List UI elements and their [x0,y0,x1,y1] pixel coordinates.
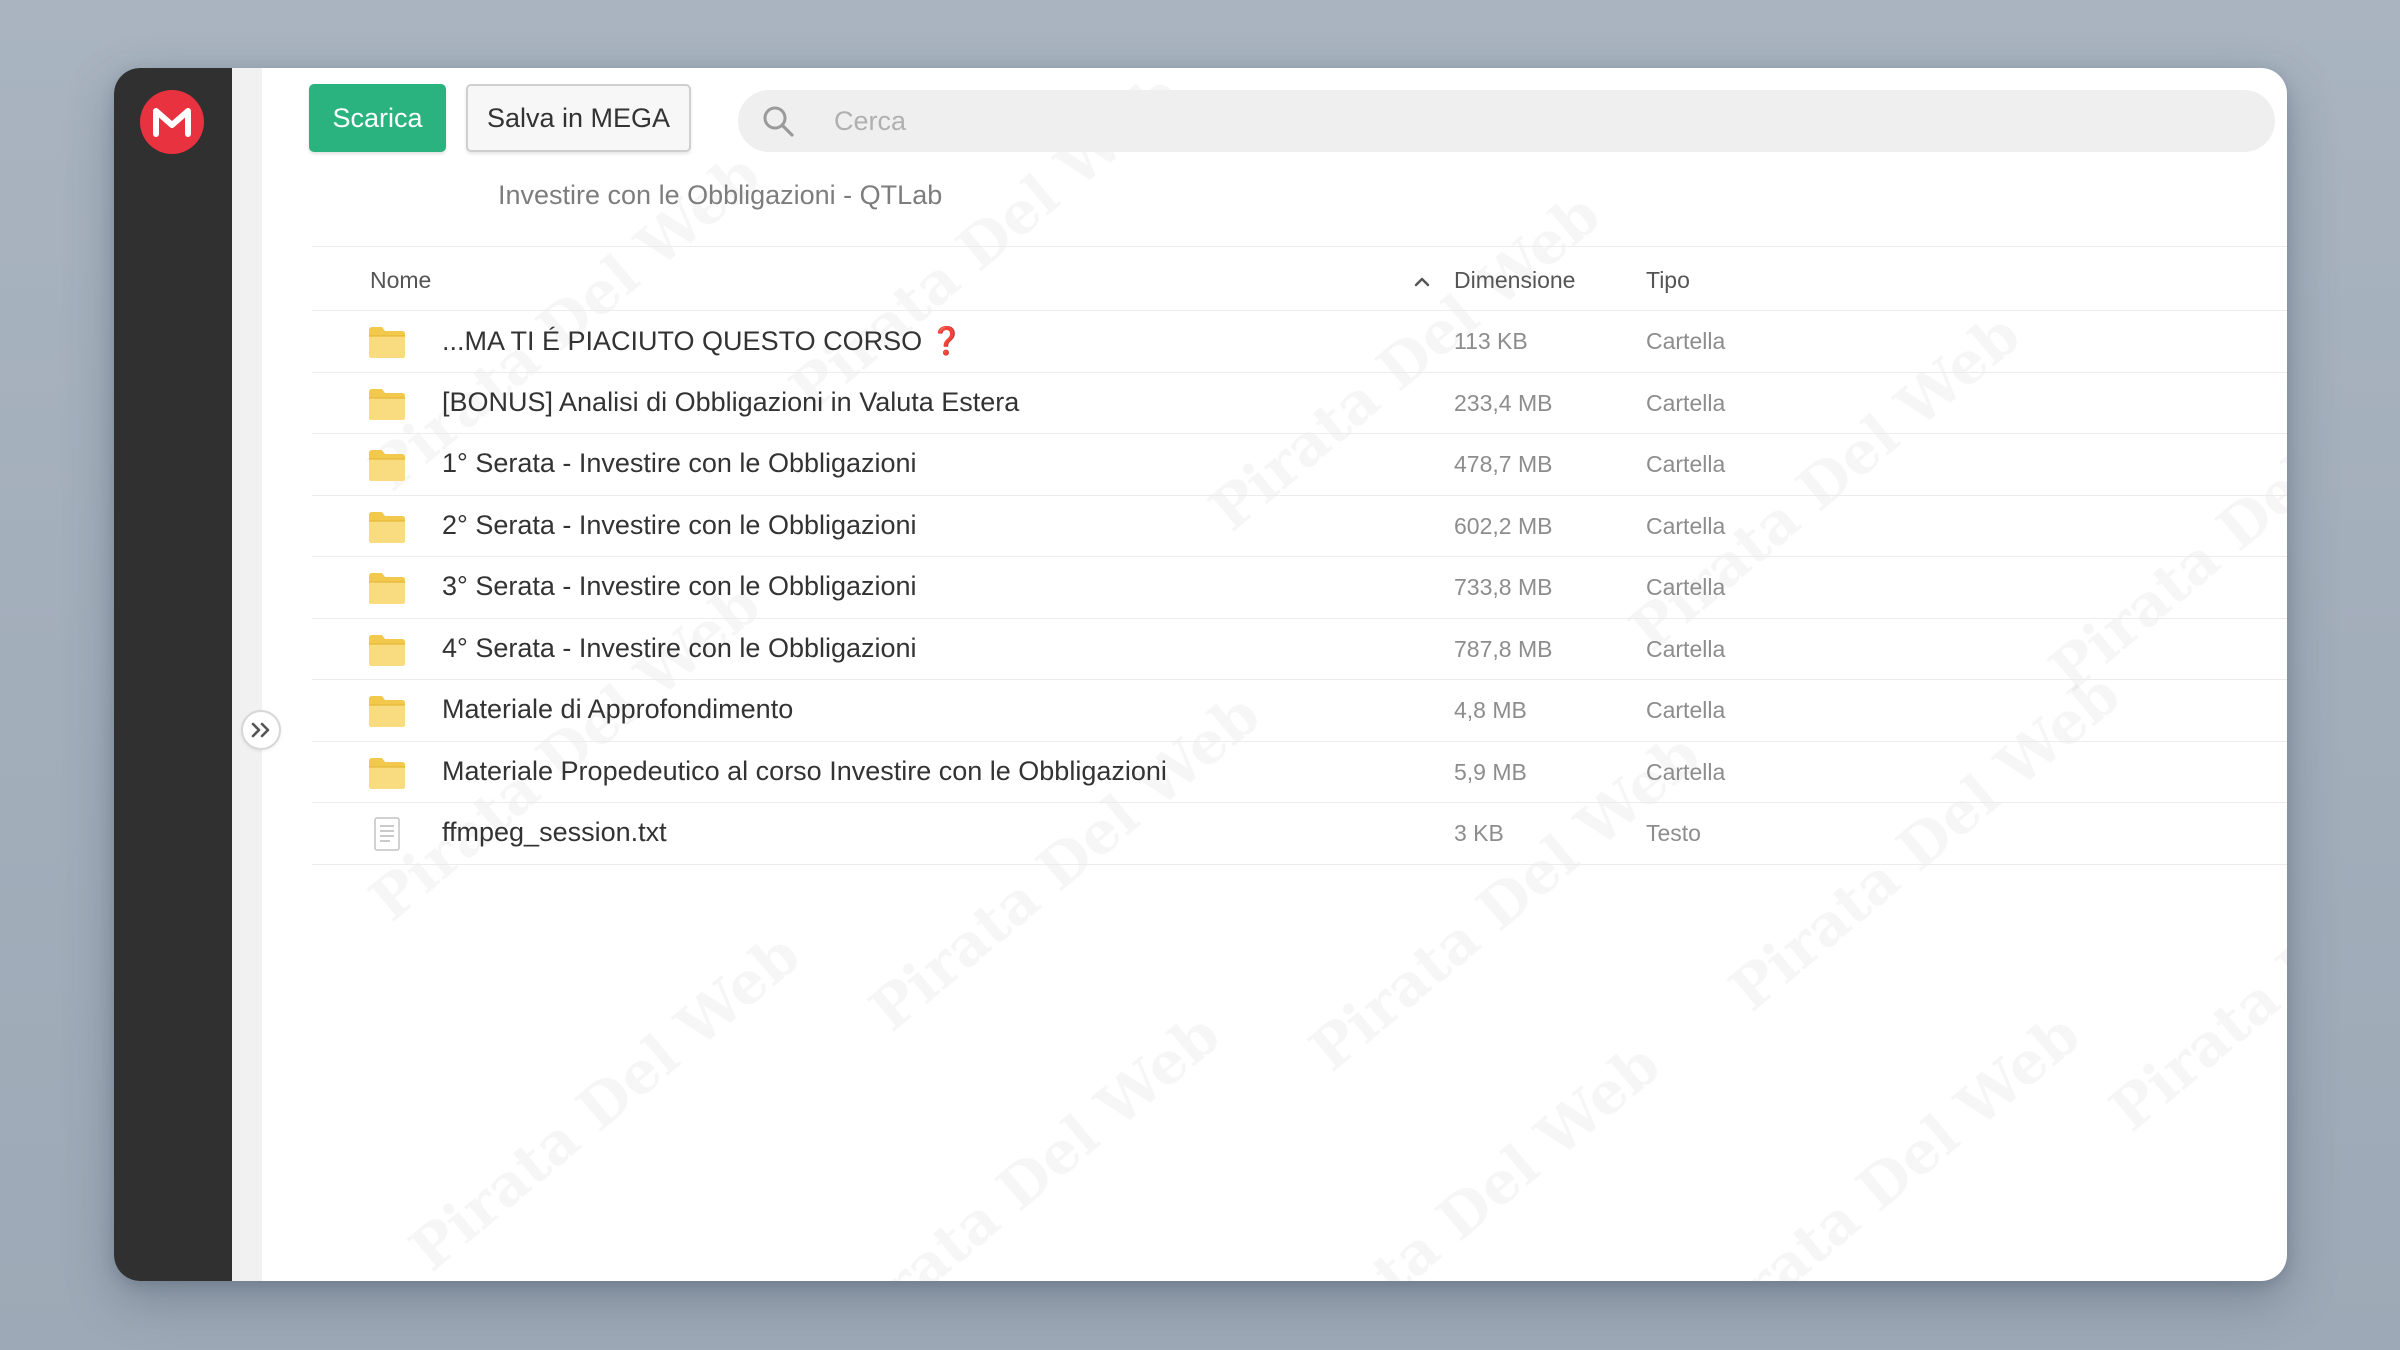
table-row[interactable]: 3° Serata - Investire con le Obbligazion… [312,557,2287,619]
file-type: Cartella [1646,512,1726,539]
watermark: Pirata Del Web [817,1000,1233,1281]
folder-icon [368,448,406,482]
file-name: 4° Serata - Investire con le Obbligazion… [442,632,917,663]
file-size: 787,8 MB [1454,635,1553,662]
table-row[interactable]: ffmpeg_session.txt 3 KB Testo [312,803,2287,865]
file-table: Nome Dimensione Tipo ...MA TI É PIACIUTO… [312,246,2287,865]
main-content: Pirata Del Web Pirata Del Web Pirata Del… [262,68,2287,1281]
table-row[interactable]: 1° Serata - Investire con le Obbligazion… [312,434,2287,496]
file-type: Cartella [1646,451,1726,477]
file-list: ...MA TI É PIACIUTO QUESTO CORSO ❓ 113 KB… [312,311,2287,865]
column-header-name[interactable]: Nome [370,267,431,294]
file-size: 3 KB [1454,820,1504,846]
file-name: 2° Serata - Investire con le Obbligazion… [442,509,917,540]
search-bar[interactable] [738,90,2275,152]
folder-icon [368,325,406,359]
table-row[interactable]: 4° Serata - Investire con le Obbligazion… [312,619,2287,680]
file-size: 4,8 MB [1454,697,1527,723]
watermark: Pirata Del Web [1257,1030,1673,1281]
file-name: [BONUS] Analisi di Obbligazioni in Valut… [442,386,1020,417]
folder-icon [368,571,406,605]
folder-icon [368,510,406,544]
folder-icon [368,694,406,728]
sort-ascending-icon[interactable] [1412,271,1432,291]
file-type: Cartella [1646,697,1726,723]
file-name: ffmpeg_session.txt [442,817,667,847]
sidebar-rail [232,68,262,1281]
column-header-type[interactable]: Tipo [1646,267,1690,294]
file-name: 3° Serata - Investire con le Obbligazion… [442,571,917,601]
table-row[interactable]: Materiale di Approfondimento 4,8 MB Cartel… [312,680,2287,742]
file-size: 478,7 MB [1454,451,1553,477]
question-mark-emoji: ❓ [929,326,964,356]
folder-icon [368,633,406,667]
table-row[interactable]: [BONUS] Analisi di Obbligazioni in Valut… [312,373,2287,434]
search-input[interactable] [834,105,2214,137]
file-type: Cartella [1646,758,1726,785]
file-size: 113 KB [1454,328,1528,354]
search-icon [758,101,798,141]
app-window: Pirata Del Web Pirata Del Web Pirata Del… [114,68,2287,1281]
text-file-icon [368,817,406,851]
download-button[interactable]: Scarica [309,84,446,152]
watermark: Pirata Del Web [397,920,813,1281]
table-row[interactable]: ...MA TI É PIACIUTO QUESTO CORSO ❓ 113 KB… [312,311,2287,373]
breadcrumb[interactable]: Investire con le Obbligazioni - QTLab [498,180,942,211]
file-type: Cartella [1646,328,1726,354]
file-type: Cartella [1646,389,1726,416]
file-size: 233,4 MB [1454,389,1553,416]
file-name: Materiale di Approfondimento [442,694,794,724]
file-size: 5,9 MB [1454,758,1527,785]
table-header: Nome Dimensione Tipo [312,246,2287,311]
file-size: 733,8 MB [1454,574,1553,600]
file-name: ...MA TI É PIACIUTO QUESTO CORSO ❓ [442,326,964,356]
folder-icon [368,387,406,421]
file-name: 1° Serata - Investire con le Obbligazion… [442,448,917,478]
mega-logo[interactable] [140,90,204,154]
table-row[interactable]: 2° Serata - Investire con le Obbligazion… [312,496,2287,557]
column-header-size[interactable]: Dimensione [1454,267,1575,294]
file-type: Cartella [1646,635,1726,662]
file-type: Cartella [1646,574,1726,600]
save-to-mega-button[interactable]: Salva in MEGA [466,84,691,152]
file-name: Materiale Propedeutico al corso Investir… [442,755,1167,786]
folder-icon [368,756,406,790]
file-type: Testo [1646,820,1701,846]
table-row[interactable]: Materiale Propedeutico al corso Investir… [312,742,2287,803]
mega-m-icon [153,108,191,137]
file-size: 602,2 MB [1454,512,1553,539]
watermark: Pirata Del Web [1677,1000,2093,1281]
sidebar [114,68,232,1281]
